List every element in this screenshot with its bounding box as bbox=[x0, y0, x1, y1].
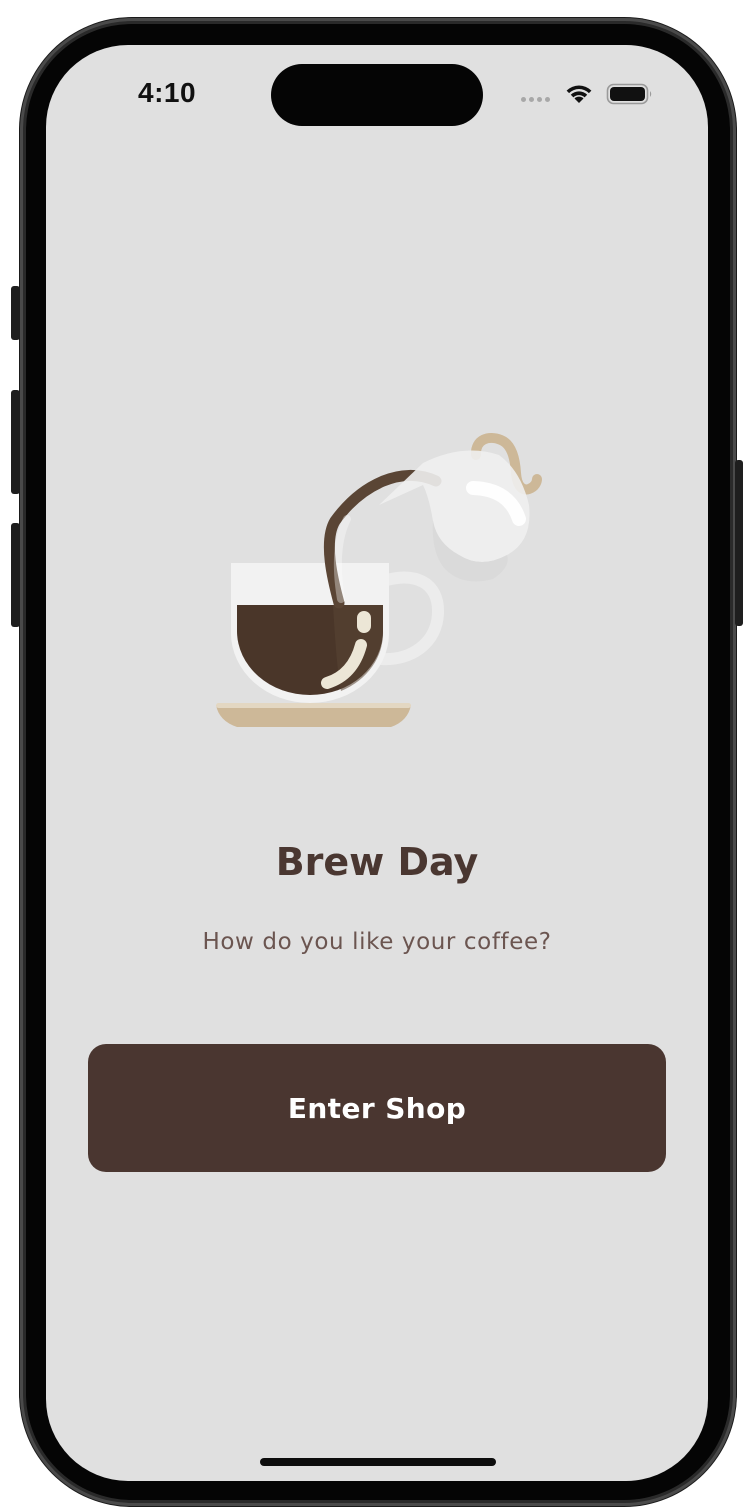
volume-up-button bbox=[11, 390, 20, 494]
coffee-pour-illustration bbox=[216, 433, 542, 727]
enter-shop-button[interactable]: Enter Shop bbox=[88, 1044, 666, 1172]
home-indicator[interactable] bbox=[260, 1458, 496, 1466]
status-time: 4:10 bbox=[138, 77, 197, 108]
silent-switch bbox=[11, 286, 20, 340]
power-button bbox=[735, 460, 743, 626]
cup-handle bbox=[375, 571, 444, 666]
wifi-icon bbox=[566, 85, 592, 103]
app-title: Brew Day bbox=[275, 840, 479, 884]
enter-shop-button-label: Enter Shop bbox=[287, 1091, 467, 1125]
dynamic-island bbox=[271, 64, 483, 126]
volume-down-button bbox=[11, 523, 20, 627]
saucer-shape bbox=[216, 705, 411, 727]
battery-full-icon bbox=[606, 83, 652, 105]
app-subtitle: How do you like your coffee? bbox=[202, 929, 552, 955]
app-screen: 4:10 Brew Day How do you like your coffe… bbox=[46, 45, 708, 1481]
cellular-signal-dots-icon bbox=[521, 97, 550, 102]
